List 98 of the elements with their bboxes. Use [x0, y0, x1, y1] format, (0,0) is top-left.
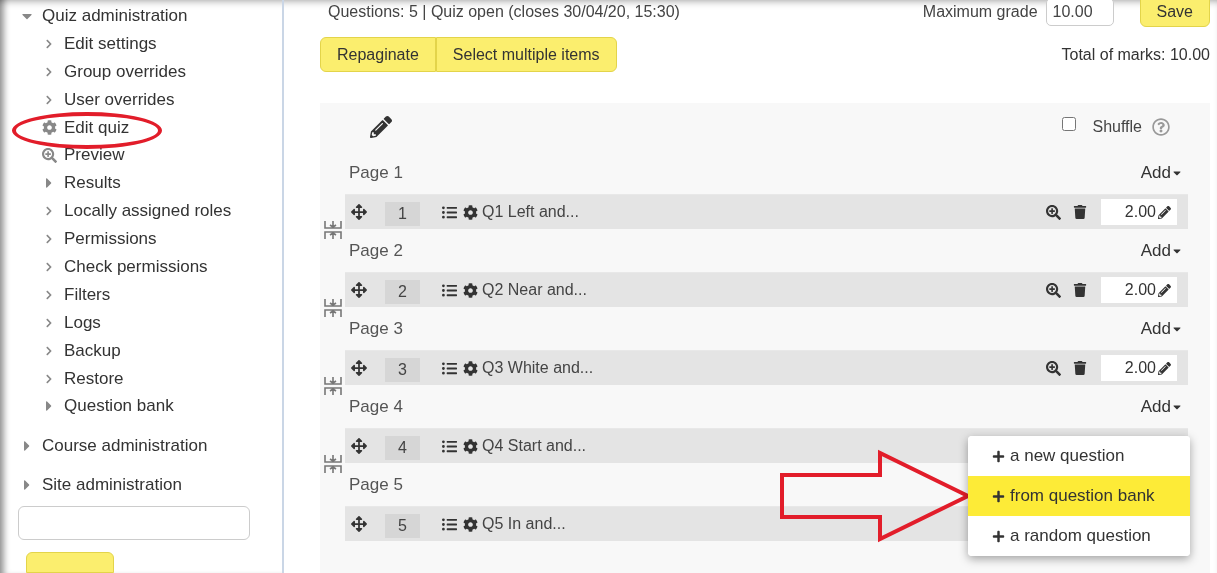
page-label: Page 4: [349, 396, 403, 417]
list-icon: [442, 438, 457, 454]
gear-icon: [41, 120, 57, 135]
quiz-status: Questions: 5 | Quiz open (closes 30/04/20, 15:30): [328, 3, 680, 21]
move-icon[interactable]: [351, 360, 367, 376]
plus-icon: [992, 529, 1005, 543]
list-icon: [442, 516, 457, 532]
plus-icon: [992, 449, 1005, 463]
sidebar-section[interactable]: Course administration: [42, 435, 208, 456]
mark-field[interactable]: 2.00: [1101, 199, 1177, 225]
chevron-icon: [44, 38, 54, 49]
question-number: 2: [385, 280, 420, 304]
page-label: Page 3: [349, 318, 403, 339]
zoom-icon[interactable]: [1046, 282, 1061, 298]
move-icon[interactable]: [351, 438, 367, 454]
chevron-icon: [44, 66, 54, 77]
sidebar-item[interactable]: Edit quiz: [64, 117, 130, 138]
sidebar-item[interactable]: Restore: [64, 368, 124, 389]
mark-value: 2.00: [1124, 281, 1156, 299]
sidebar-item[interactable]: Question bank: [64, 396, 174, 417]
gear-icon: [463, 360, 478, 376]
page-break-icon[interactable]: [324, 297, 342, 319]
toolbar-button[interactable]: Select multiple items: [435, 37, 617, 72]
search-field[interactable]: [18, 506, 250, 540]
toolbar-button[interactable]: Repaginate: [320, 37, 436, 72]
sidebar-item[interactable]: Preview: [64, 145, 125, 166]
gear-icon: [463, 438, 478, 454]
sidebar-item[interactable]: Logs: [64, 312, 101, 333]
pencil-icon[interactable]: [370, 116, 392, 138]
sidebar-item[interactable]: User overrides: [64, 89, 175, 110]
trash-icon[interactable]: [1073, 205, 1087, 219]
zoom-icon: [41, 147, 57, 163]
page-break-icon[interactable]: [324, 219, 342, 241]
save-button[interactable]: Save: [1139, 0, 1210, 27]
zoom-icon[interactable]: [1046, 360, 1061, 376]
chevron-icon: [44, 317, 54, 328]
sidebar-heading[interactable]: Quiz administration: [42, 5, 188, 26]
page-label: Page 1: [349, 162, 403, 183]
trash-icon[interactable]: [1073, 283, 1087, 297]
move-icon[interactable]: [351, 204, 367, 220]
zoom-icon[interactable]: [1046, 204, 1061, 220]
chevron-icon: [44, 373, 54, 384]
trash-icon[interactable]: [1073, 361, 1087, 375]
chevron-icon: [44, 345, 54, 356]
sidebar-item[interactable]: Edit settings: [64, 33, 157, 54]
sidebar-item[interactable]: Group overrides: [64, 61, 186, 82]
shuffle-checkbox[interactable]: [1062, 117, 1077, 131]
max-grade-label: Maximum grade: [922, 3, 1038, 21]
pencil-icon[interactable]: [1158, 283, 1171, 297]
sidebar-item[interactable]: Permissions: [64, 229, 157, 250]
add-dropdown[interactable]: Add: [1140, 396, 1183, 417]
page-label: Page 5: [349, 474, 403, 495]
list-icon: [442, 360, 457, 376]
add-dropdown[interactable]: Add: [1140, 240, 1183, 261]
sidebar-item[interactable]: Filters: [64, 284, 111, 305]
page-break-icon[interactable]: [324, 375, 342, 397]
page-label: Page 2: [349, 240, 403, 261]
pencil-icon[interactable]: [1158, 205, 1171, 219]
mark-field[interactable]: 2.00: [1101, 355, 1177, 381]
chevron-icon: [44, 261, 54, 272]
menu-item[interactable]: a new question: [968, 436, 1190, 476]
question-number: 4: [385, 436, 420, 460]
gear-icon: [463, 516, 478, 532]
gear-icon: [463, 282, 478, 298]
list-icon: [442, 204, 457, 220]
plus-icon: [992, 489, 1005, 503]
max-grade-field[interactable]: 10.00: [1045, 0, 1114, 26]
question-title[interactable]: Q1 Left and...: [482, 203, 1046, 221]
chevron-icon: [44, 94, 54, 105]
question-title[interactable]: Q3 White and...: [482, 359, 1046, 377]
menu-item[interactable]: a random question: [968, 516, 1190, 556]
sidebar-section[interactable]: Site administration: [42, 474, 182, 495]
total-marks: Total of marks: 10.00: [1061, 45, 1210, 64]
menu-item[interactable]: from question bank: [968, 476, 1190, 516]
mark-value: 2.00: [1124, 359, 1156, 377]
gear-icon: [463, 204, 478, 220]
pencil-icon[interactable]: [1158, 361, 1171, 375]
question-title[interactable]: Q2 Near and...: [482, 281, 1046, 299]
page-break-icon[interactable]: [324, 453, 342, 475]
question-number: 1: [385, 202, 420, 226]
sidebar-item[interactable]: Check permissions: [64, 256, 208, 277]
chevron-icon: [44, 289, 54, 300]
chevron-icon: [44, 206, 54, 217]
add-dropdown[interactable]: Add: [1140, 162, 1183, 183]
help-icon[interactable]: [1152, 118, 1170, 136]
sidebar-item[interactable]: Backup: [64, 340, 121, 361]
shuffle-label: Shuffle: [1092, 118, 1142, 136]
sidebar-item[interactable]: Locally assigned roles: [64, 201, 232, 222]
move-icon[interactable]: [351, 282, 367, 298]
mark-field[interactable]: 2.00: [1101, 277, 1177, 303]
move-icon[interactable]: [351, 516, 367, 532]
add-dropdown[interactable]: Add: [1140, 318, 1183, 339]
question-number: 5: [385, 514, 420, 538]
sidebar-item[interactable]: Results: [64, 173, 121, 194]
question-number: 3: [385, 358, 420, 382]
chevron-icon: [44, 234, 54, 245]
list-icon: [442, 282, 457, 298]
mark-value: 2.00: [1124, 203, 1156, 221]
